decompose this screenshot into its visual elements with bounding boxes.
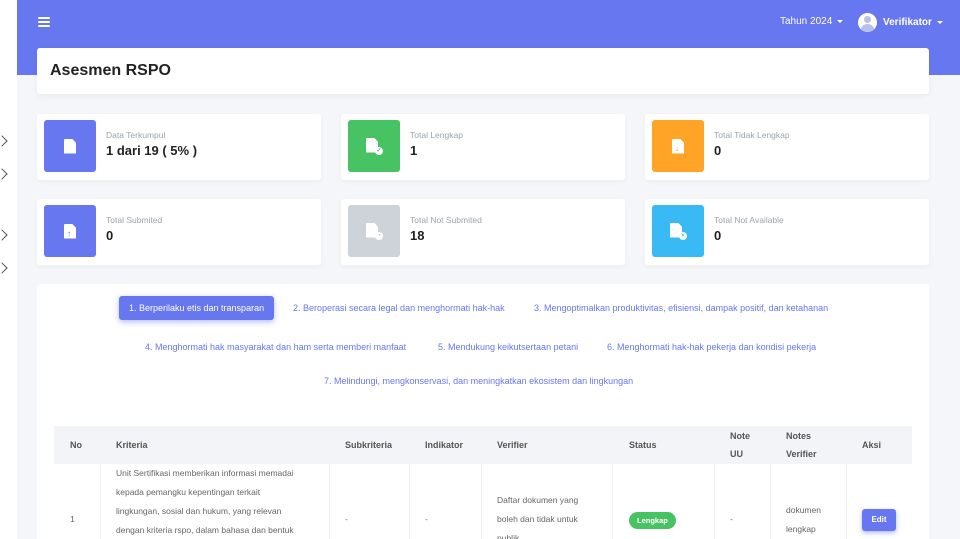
status-badge: Lengkap [629,512,676,529]
col-no: No [70,440,82,450]
stat-card-total-lengkap: ✓ Total Lengkap 1 [341,114,625,180]
column-divider [770,464,771,539]
col-verifier: Verifier [497,440,528,450]
cell-no: 1 [70,514,75,524]
cell-note-uu: - [730,514,733,524]
stat-card-total-submited: ↑ Total Submited 0 [37,199,321,265]
stat-label: Data Terkumpul [106,130,166,140]
table-header: No Kriteria Subkriteria Indikator Verifi… [54,426,912,464]
tab-principle-2[interactable]: 2. Beroperasi secara legal dan menghorma… [283,296,515,320]
column-divider [409,464,410,539]
stat-value: 1 dari 19 ( 5% ) [106,143,198,158]
stat-value: 1 [410,143,418,158]
stat-card-total-not-available: × Total Not Available 0 [645,199,929,265]
chevron-right-icon[interactable] [0,168,8,180]
page-title: Asesmen RSPO [50,62,171,79]
cell-kriteria-line: lingkungan, sosial dan hukum, yang relev… [116,506,282,516]
assessment-panel: 1. Berperilaku etis dan transparan 2. Be… [37,284,929,539]
stat-value: 0 [714,228,722,243]
stat-card-data-terkumpul: Data Terkumpul 1 dari 19 ( 5% ) [37,114,321,180]
cell-verifier-line: publik [497,533,520,539]
cell-verifier-line: Daftar dokumen yang [497,495,579,505]
chevron-right-icon[interactable] [0,135,8,147]
column-divider [846,464,847,539]
file-x-icon: × [652,205,704,257]
stat-label: Total Not Available [714,215,784,225]
stat-value: 0 [714,143,722,158]
tab-principle-4[interactable]: 4. Menghormati hak masyarakat dan ham se… [135,335,416,359]
cell-kriteria-line: kepada pemangku kepentingan terkait [116,487,261,497]
tab-principle-5[interactable]: 5. Mendukung keikutsertaan petani [428,335,588,359]
col-indikator: Indikator [425,440,464,450]
tab-principle-7[interactable]: 7. Melindungi, mengkonservasi, dan menin… [314,369,643,393]
chevron-right-icon[interactable] [0,229,8,241]
tab-principle-1[interactable]: 1. Berperilaku etis dan transparan [119,296,275,320]
edit-button[interactable]: Edit [862,509,896,531]
stat-label: Total Not Submited [410,215,482,225]
column-divider [612,464,613,539]
col-note-uu-line1: Note [730,431,750,441]
col-subkriteria: Subkriteria [345,440,393,450]
column-divider [100,464,101,539]
column-divider [481,464,482,539]
file-icon [44,120,96,172]
cell-subkriteria: - [345,514,348,524]
col-aksi: Aksi [862,440,882,450]
caret-down-icon [936,21,943,24]
year-label: Tahun 2024 [780,16,833,27]
stat-label: Total Tidak Lengkap [714,130,790,140]
cell-kriteria-line: dengan kriteria rspo, dalam bahasa dan b… [116,525,294,535]
user-dropdown[interactable]: Verifikator [858,13,943,32]
col-notes-verifier-line1: Notes [786,431,812,441]
page-header: Asesmen RSPO [37,48,929,94]
cell-verifier-line: boleh dan tidak untuk [497,514,578,524]
file-clock-icon: ◔ [348,205,400,257]
avatar [858,13,877,32]
user-name: Verifikator [883,17,932,28]
caret-down-icon [837,19,844,23]
menu-toggle-icon[interactable] [38,17,50,27]
col-note-uu-line2: UU [730,449,743,459]
col-status: Status [629,440,657,450]
column-divider [329,464,330,539]
stat-value: 0 [106,228,114,243]
stat-card-total-not-submited: ◔ Total Not Submited 18 [341,199,625,265]
file-check-icon: ✓ [348,120,400,172]
tab-principle-6[interactable]: 6. Menghormati hak-hak pekerja dan kondi… [597,335,826,359]
sidebar-collapsed [0,0,17,539]
cell-notes-verifier-line: lengkap [786,524,816,534]
col-notes-verifier-line2: Verifier [786,449,817,459]
file-download-icon: ↓ [652,120,704,172]
stat-label: Total Lengkap [410,130,463,140]
year-dropdown[interactable]: Tahun 2024 [780,16,844,27]
col-kriteria: Kriteria [116,440,148,450]
tab-principle-3[interactable]: 3. Mengoptimalkan produktivitas, efisien… [524,296,838,320]
file-upload-icon: ↑ [44,205,96,257]
stat-card-total-tidak-lengkap: ↓ Total Tidak Lengkap 0 [645,114,929,180]
cell-indikator: - [425,514,428,524]
chevron-right-icon[interactable] [0,262,8,274]
stat-label: Total Submited [106,215,163,225]
column-divider [714,464,715,539]
stat-value: 18 [410,228,425,243]
cell-kriteria-line: Unit Sertifikasi memberikan informasi me… [116,468,294,478]
cell-notes-verifier-line: dokumen [786,505,821,515]
